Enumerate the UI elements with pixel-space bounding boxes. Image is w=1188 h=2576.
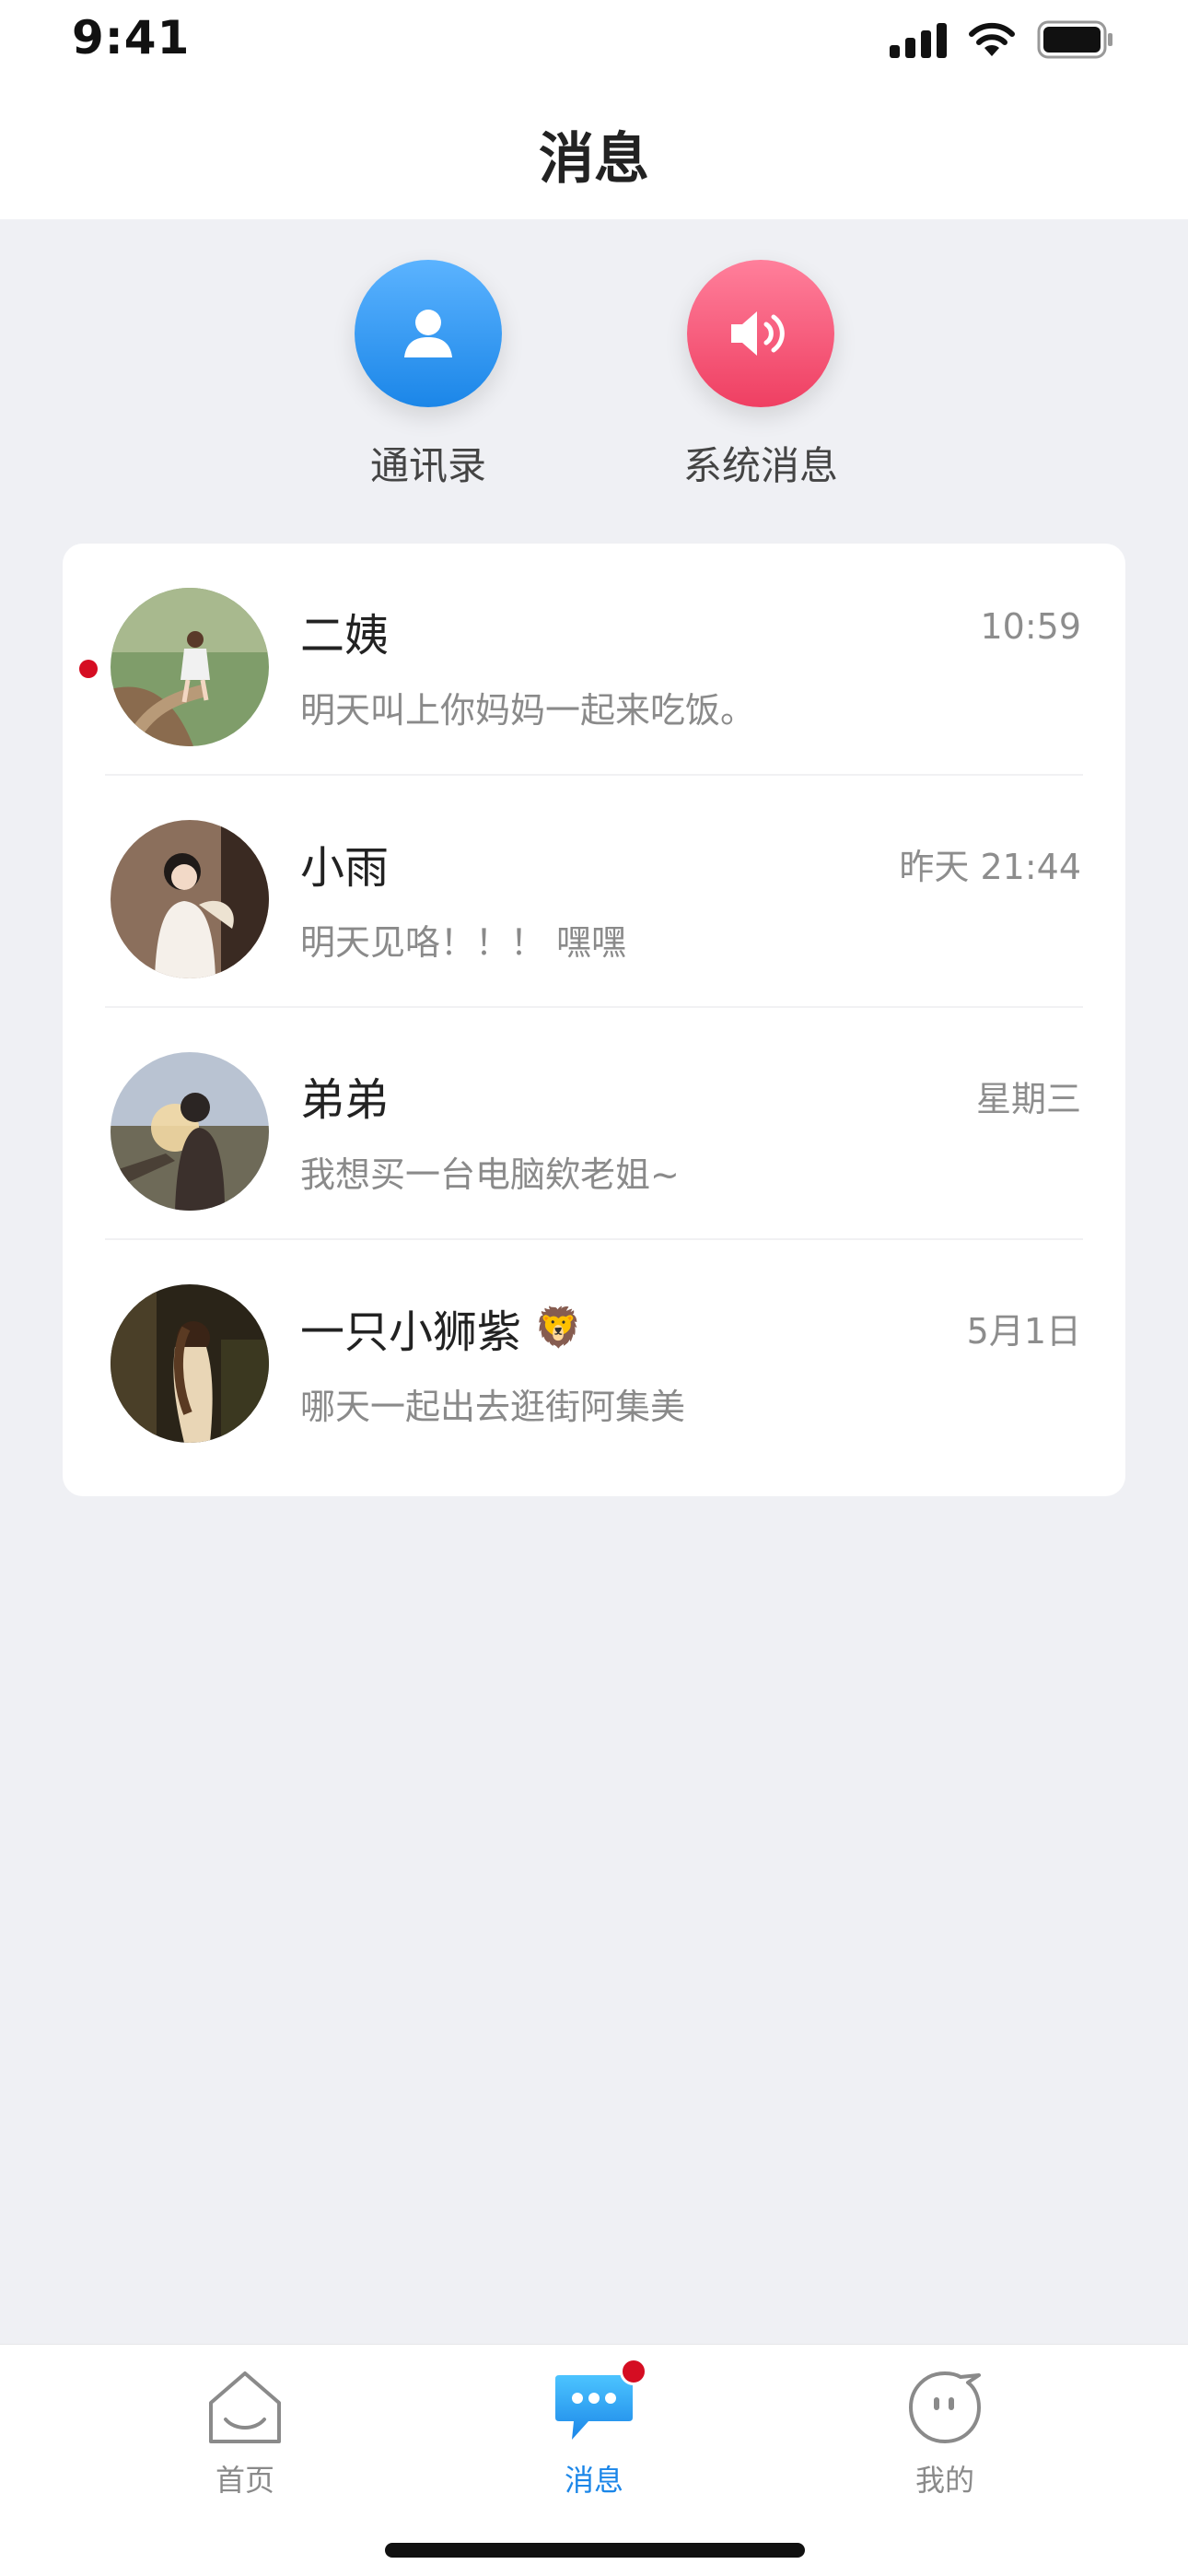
tab-home[interactable]: 首页	[144, 2363, 346, 2500]
top-area: 9:41 消息	[0, 0, 1188, 219]
contact-name: 弟弟	[300, 1074, 390, 1126]
conversation-row[interactable]: 小雨 昨天 21:44 明天见咯！！！ 嘿嘿	[63, 776, 1125, 1008]
message-time: 10:59	[980, 606, 1081, 647]
unread-dot	[79, 660, 98, 678]
status-icons	[890, 18, 1114, 61]
message-preview: 哪天一起出去逛街阿集美	[300, 1387, 686, 1427]
avatar[interactable]	[111, 1284, 269, 1443]
person-icon	[404, 310, 452, 357]
unread-badge	[620, 2358, 647, 2385]
home-indicator[interactable]	[385, 2543, 805, 2558]
message-time: 昨天 21:44	[899, 847, 1081, 887]
message-preview: 我想买一台电脑欸老姐~	[300, 1154, 680, 1195]
avatar[interactable]	[111, 1052, 269, 1211]
tab-messages[interactable]: 消息	[493, 2358, 695, 2500]
message-time: 5月1日	[966, 1311, 1081, 1352]
avatar[interactable]	[111, 588, 269, 746]
tab-home-label: 首页	[215, 2463, 274, 2498]
conversation-row[interactable]: 弟弟 星期三 我想买一台电脑欸老姐~	[63, 1008, 1125, 1240]
conversation-row[interactable]: 二姨 10:59 明天叫上你妈妈一起来吃饭。	[63, 544, 1125, 776]
speaker-icon	[731, 311, 785, 356]
profile-face-icon	[901, 2363, 989, 2452]
lion-emoji: 🦁	[534, 1305, 583, 1350]
system-messages-icon-circle	[687, 260, 834, 407]
cellular-signal-icon	[890, 21, 947, 58]
contact-name: 二姨	[300, 610, 390, 662]
contact-name: 一只小狮紫 🦁	[300, 1305, 583, 1358]
contact-name: 小雨	[300, 842, 390, 894]
system-messages-entry[interactable]: 系统消息	[641, 260, 880, 491]
bottom-tab-bar: 首页 消息 我的	[0, 2344, 1188, 2576]
contacts-entry[interactable]: 通讯录	[309, 260, 548, 491]
system-messages-label: 系统消息	[682, 443, 838, 488]
tab-profile-label: 我的	[914, 2463, 974, 2498]
contacts-icon-circle	[355, 260, 502, 407]
conversation-row[interactable]: 一只小狮紫 🦁 5月1日 哪天一起出去逛街阿集美	[63, 1240, 1125, 1472]
chat-bubble-icon	[550, 2358, 647, 2452]
page-title: 消息	[539, 127, 649, 192]
wifi-icon	[967, 21, 1017, 58]
message-time: 星期三	[975, 1079, 1081, 1119]
battery-icon	[1037, 20, 1114, 59]
tab-messages-label: 消息	[564, 2463, 623, 2498]
conversation-list: 二姨 10:59 明天叫上你妈妈一起来吃饭。 小雨 昨天 21:44 明天见咯！…	[63, 544, 1125, 1496]
messages-screen: 9:41 消息 通讯录 系统消息 二姨 10:59 明天叫上你妈妈一起来吃饭。 …	[0, 0, 1188, 2576]
tab-profile[interactable]: 我的	[844, 2363, 1046, 2500]
contacts-label: 通讯录	[369, 443, 486, 488]
message-preview: 明天见咯！！！ 嘿嘿	[300, 922, 627, 963]
message-preview: 明天叫上你妈妈一起来吃饭。	[300, 690, 756, 731]
status-time: 9:41	[72, 11, 191, 64]
avatar[interactable]	[111, 820, 269, 978]
quick-actions: 通讯录 系统消息	[0, 260, 1188, 499]
home-icon	[201, 2363, 289, 2452]
